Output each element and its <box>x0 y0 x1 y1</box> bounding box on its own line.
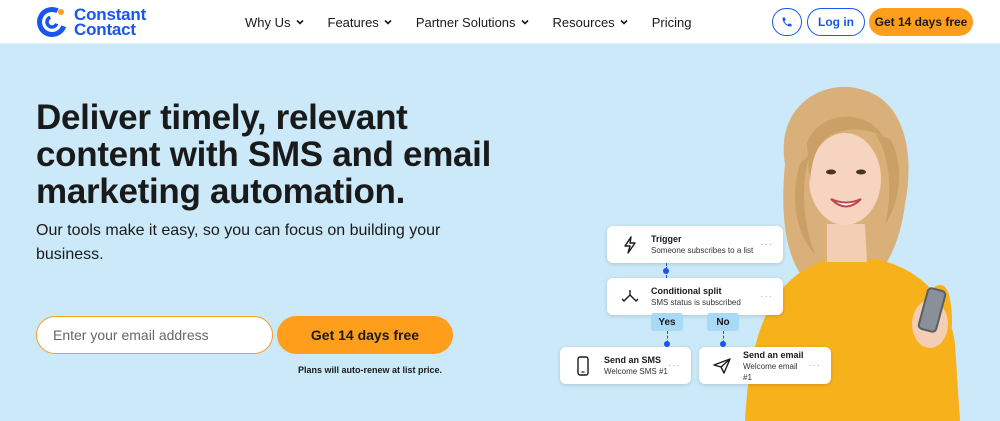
nav-item-why-us[interactable]: Why Us <box>245 15 305 30</box>
trigger-title: Trigger <box>651 234 682 244</box>
nav-item-pricing[interactable]: Pricing <box>652 15 692 30</box>
brand-logo[interactable]: Constant Contact <box>36 6 146 38</box>
hero-section: Deliver timely, relevant content with SM… <box>0 44 1000 421</box>
nav-item-resources[interactable]: Resources <box>553 15 629 30</box>
split-title: Conditional split <box>651 286 722 296</box>
flow-node-dot <box>663 268 669 274</box>
hero-free-trial-button[interactable]: Get 14 days free <box>277 316 453 354</box>
more-options-icon[interactable]: ··· <box>808 360 821 371</box>
nav-item-partner-solutions[interactable]: Partner Solutions <box>416 15 530 30</box>
split-arrows-icon <box>619 286 641 308</box>
mobile-phone-icon <box>572 355 594 377</box>
hero-subtitle: Our tools make it easy, so you can focus… <box>36 222 441 263</box>
constant-contact-logo-icon <box>36 6 68 38</box>
email-input[interactable] <box>36 316 273 354</box>
send-email-card[interactable]: Send an email Welcome email #1 ··· <box>699 347 831 384</box>
phone-icon <box>782 17 792 27</box>
lightning-icon <box>619 234 641 256</box>
send-sms-card[interactable]: Send an SMS Welcome SMS #1 ··· <box>560 347 691 384</box>
chevron-down-icon <box>520 19 529 25</box>
nav-label: Why Us <box>245 14 291 30</box>
chevron-down-icon <box>620 19 628 25</box>
site-header: Constant Contact Why Us Features Partner… <box>0 0 1000 44</box>
auto-renew-note: Plans will auto-renew at list price. <box>298 365 443 375</box>
split-desc: SMS status is subscribed <box>651 298 741 307</box>
sms-desc: Welcome SMS #1 <box>604 367 668 376</box>
login-button[interactable]: Log in <box>807 8 865 36</box>
nav-label: Pricing <box>651 14 692 30</box>
trigger-card[interactable]: Trigger Someone subscribes to a list ··· <box>607 226 783 263</box>
brand-name-line2: Contact <box>74 20 136 39</box>
brand-wordmark: Constant Contact <box>74 6 146 39</box>
yes-branch-label: Yes <box>651 313 683 331</box>
sms-title: Send an SMS <box>604 355 662 365</box>
chevron-down-icon <box>384 19 392 25</box>
no-branch-label: No <box>707 313 739 331</box>
conditional-split-card[interactable]: Conditional split SMS status is subscrib… <box>607 278 783 315</box>
hero-title: Deliver timely, relevant content with SM… <box>36 98 492 211</box>
header-free-trial-button[interactable]: Get 14 days free <box>869 8 973 36</box>
nav-item-features[interactable]: Features <box>328 15 393 30</box>
phone-button[interactable] <box>772 8 802 36</box>
main-nav: Why Us Features Partner Solutions Resour… <box>245 0 714 44</box>
email-desc: Welcome email #1 <box>743 361 798 382</box>
chevron-down-icon <box>295 19 304 25</box>
nav-label: Resources <box>552 14 615 30</box>
trigger-desc: Someone subscribes to a list <box>651 246 754 255</box>
nav-label: Partner Solutions <box>415 14 516 30</box>
paper-plane-icon <box>711 355 733 377</box>
more-options-icon[interactable]: ··· <box>760 239 773 250</box>
email-title: Send an email <box>743 349 804 360</box>
nav-label: Features <box>327 14 379 30</box>
more-options-icon[interactable]: ··· <box>668 360 681 371</box>
more-options-icon[interactable]: ··· <box>760 291 773 302</box>
